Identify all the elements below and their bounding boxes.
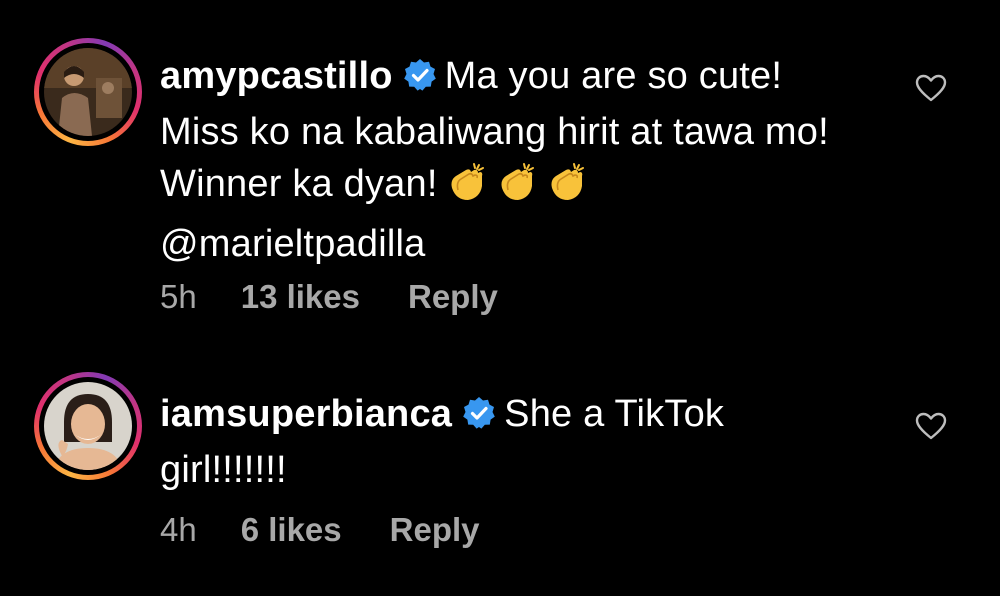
likes-count[interactable]: 6 likes — [241, 511, 342, 548]
avatar-story-ring[interactable] — [34, 38, 142, 146]
mention-link[interactable]: @marieltpadilla — [160, 223, 425, 265]
username[interactable]: amypcastillo — [160, 55, 393, 97]
clapping-hands-emoji — [444, 160, 488, 218]
timestamp: 5h — [160, 278, 197, 315]
reply-button[interactable]: Reply — [390, 511, 480, 548]
reply-button[interactable]: Reply — [408, 278, 498, 315]
avatar-story-ring[interactable] — [34, 372, 142, 480]
likes-count[interactable]: 13 likes — [241, 278, 360, 315]
verified-badge-icon — [462, 392, 496, 444]
heart-outline-icon[interactable] — [915, 74, 947, 107]
heart-outline-icon[interactable] — [915, 412, 947, 445]
comment-meta: 4h 6 likes Reply — [160, 510, 480, 550]
comment-text: iamsuperbianca She a TikTok girl!!!!!!! — [160, 388, 800, 496]
avatar — [44, 382, 132, 470]
comment-meta: 5h 13 likes Reply — [160, 277, 498, 317]
verified-badge-icon — [403, 54, 437, 106]
clapping-hands-emoji — [494, 160, 538, 218]
clapping-hands-emoji — [544, 160, 588, 218]
clap-emojis — [438, 163, 588, 205]
username[interactable]: iamsuperbianca — [160, 393, 452, 435]
timestamp: 4h — [160, 511, 197, 548]
avatar — [44, 48, 132, 136]
comment-iamsuperbianca: iamsuperbianca She a TikTok girl!!!!!!! 4… — [0, 330, 1000, 596]
comment-text: amypcastillo Ma you are so cute! Miss ko … — [160, 50, 860, 270]
comment-amypcastillo: amypcastillo Ma you are so cute! Miss ko … — [0, 0, 1000, 330]
